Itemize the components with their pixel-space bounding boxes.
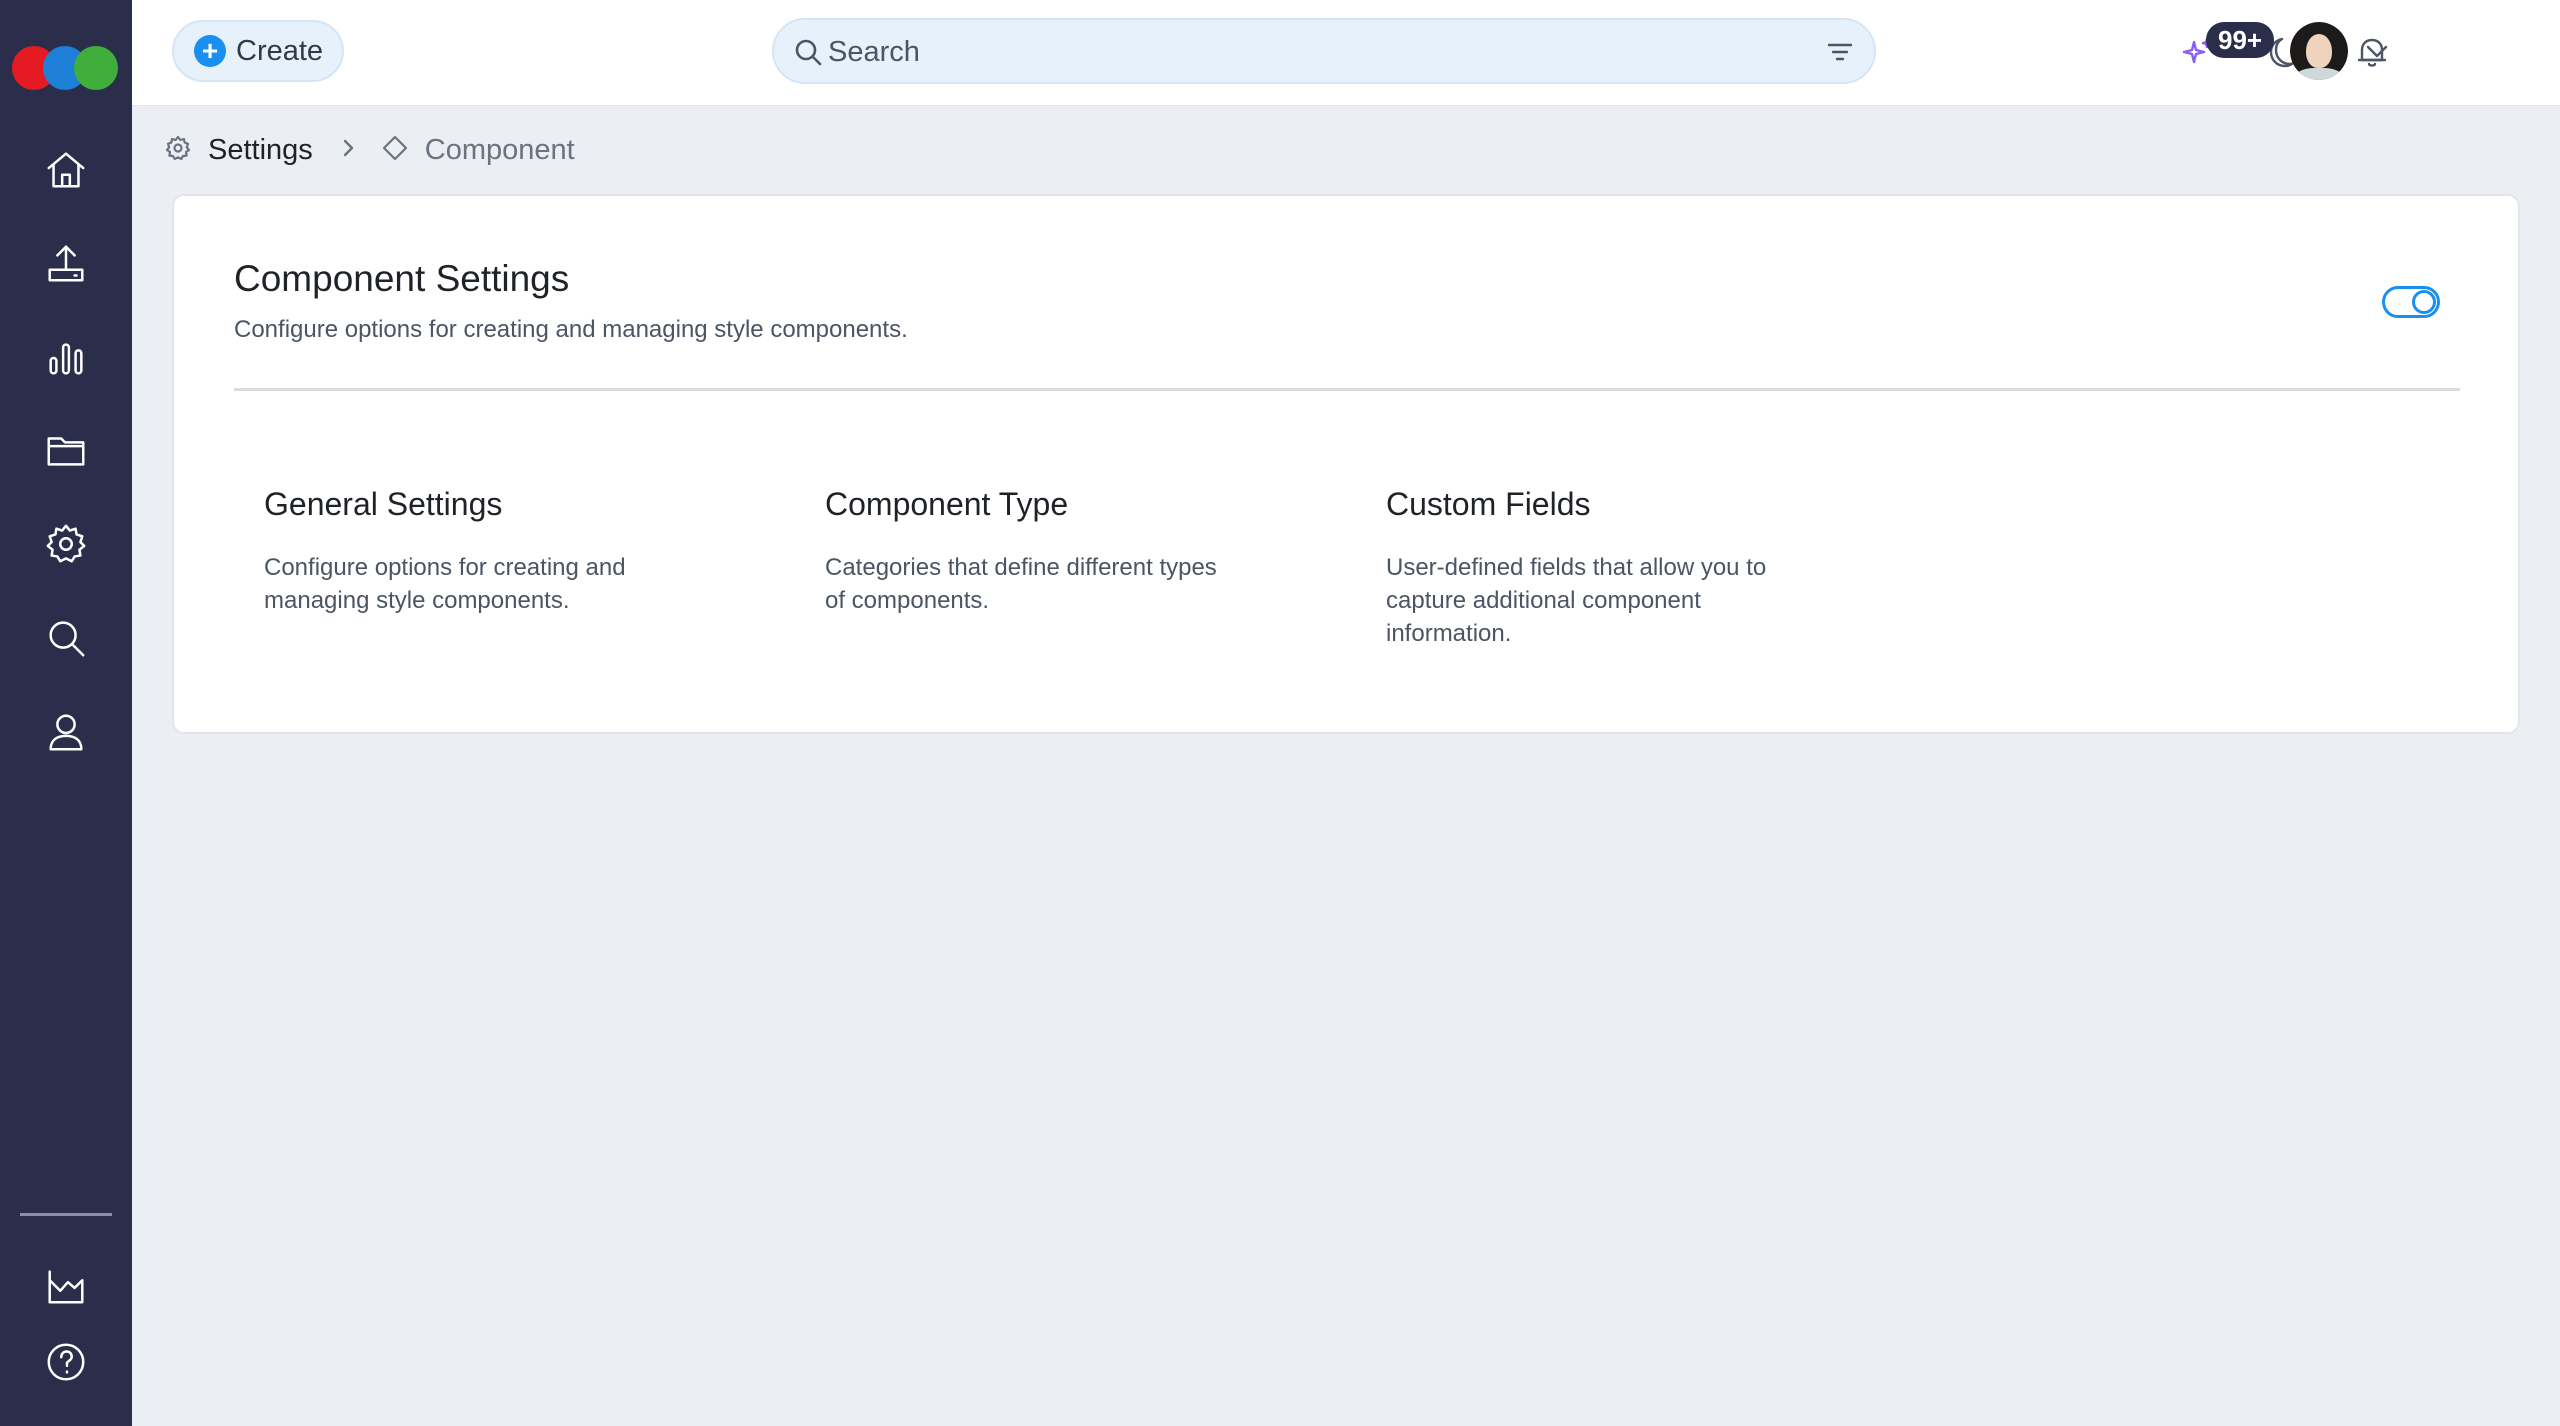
section-title: Component Type <box>825 486 1069 522</box>
page-title: Component Settings <box>234 258 570 299</box>
sidebar-item-folders[interactable] <box>36 420 96 480</box>
diamond-icon <box>381 134 409 167</box>
app-root: + Create 99+ <box>0 0 2560 1426</box>
sidebar-item-upload[interactable] <box>36 234 96 294</box>
component-settings-toggle[interactable] <box>2382 286 2440 318</box>
section-custom-fields[interactable]: Custom Fields User-defined fields that a… <box>1386 486 1826 650</box>
sidebar-item-search[interactable] <box>36 608 96 668</box>
sidebar <box>0 0 132 1426</box>
section-description: User-defined fields that allow you to ca… <box>1386 554 1767 647</box>
chevron-down-icon <box>2366 45 2388 58</box>
breadcrumb: Settings Component <box>164 130 575 170</box>
bar-chart-icon <box>49 343 83 375</box>
top-bar: + Create <box>132 0 2560 106</box>
home-icon <box>47 152 85 188</box>
toggle-knob <box>2412 290 2436 314</box>
gear-icon <box>164 134 192 167</box>
create-button-label: Create <box>236 34 324 67</box>
section-title: General Settings <box>264 486 503 522</box>
component-settings-card: Component Settings Configure options for… <box>172 194 2520 734</box>
breadcrumb-settings[interactable]: Settings <box>208 134 313 167</box>
sidebar-item-profile[interactable] <box>36 702 96 762</box>
notification-badge: 99+ <box>2206 22 2275 58</box>
help-circle-icon <box>47 1343 85 1381</box>
upload-icon <box>48 245 84 282</box>
sidebar-item-analytics[interactable] <box>36 328 96 388</box>
sidebar-item-help[interactable] <box>36 1332 96 1392</box>
sidebar-item-home[interactable] <box>36 140 96 200</box>
create-button[interactable]: + Create <box>172 20 344 82</box>
avatar[interactable] <box>2290 22 2348 80</box>
folder-icon <box>47 437 85 466</box>
app-logo[interactable] <box>12 46 118 90</box>
search-icon <box>49 621 85 657</box>
section-title: Custom Fields <box>1386 486 1591 522</box>
factory-chart-icon <box>48 1270 84 1304</box>
page-description: Configure options for creating and manag… <box>234 316 908 343</box>
plus-icon: + <box>194 35 226 67</box>
sidebar-item-settings[interactable] <box>36 514 96 574</box>
card-divider <box>234 388 2460 391</box>
sidebar-item-reports[interactable] <box>36 1256 96 1316</box>
account-menu-button[interactable] <box>2362 36 2392 66</box>
chevron-right-icon <box>337 137 359 164</box>
sidebar-divider <box>20 1213 112 1216</box>
search-input[interactable] <box>828 30 1788 74</box>
filter-icon[interactable] <box>1824 36 1856 68</box>
user-icon <box>49 714 83 751</box>
section-general-settings[interactable]: General Settings Configure options for c… <box>264 486 704 617</box>
search-icon <box>792 36 824 68</box>
breadcrumb-component: Component <box>424 133 575 166</box>
section-description: Configure options for creating and manag… <box>264 554 626 614</box>
section-description: Categories that define different types o… <box>825 554 1217 614</box>
gear-icon <box>46 524 86 563</box>
search-bar <box>772 18 1876 84</box>
section-component-type[interactable]: Component Type Categories that define di… <box>825 486 1265 617</box>
